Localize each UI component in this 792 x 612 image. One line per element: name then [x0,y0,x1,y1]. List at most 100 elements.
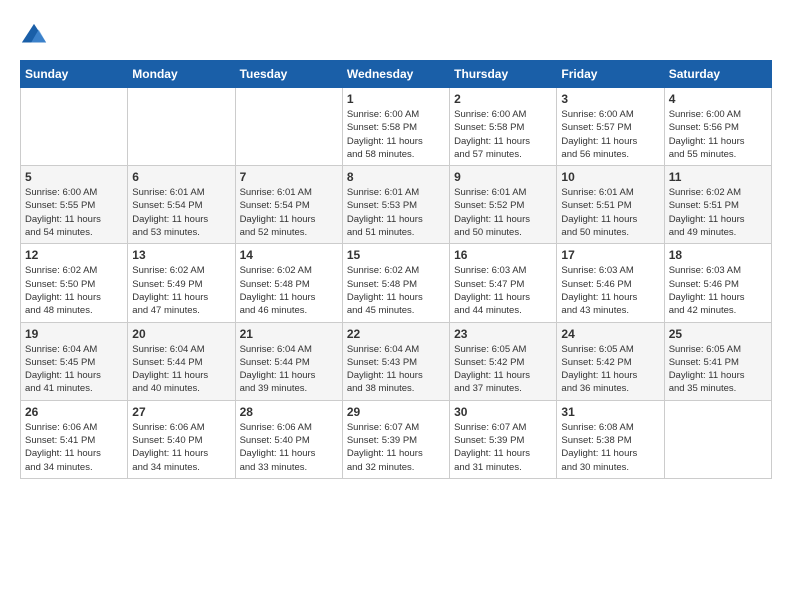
logo-icon [20,22,48,50]
calendar-cell: 11 Sunrise: 6:02 AM Sunset: 5:51 PM Dayli… [664,166,771,244]
day-info: Sunrise: 6:02 AM Sunset: 5:48 PM Dayligh… [240,264,338,317]
calendar-cell: 27 Sunrise: 6:06 AM Sunset: 5:40 PM Dayli… [128,400,235,478]
day-number: 5 [25,170,123,184]
day-info: Sunrise: 6:02 AM Sunset: 5:48 PM Dayligh… [347,264,445,317]
day-info: Sunrise: 6:03 AM Sunset: 5:46 PM Dayligh… [669,264,767,317]
day-info: Sunrise: 6:02 AM Sunset: 5:51 PM Dayligh… [669,186,767,239]
calendar-cell: 25 Sunrise: 6:05 AM Sunset: 5:41 PM Dayli… [664,322,771,400]
day-info: Sunrise: 6:03 AM Sunset: 5:47 PM Dayligh… [454,264,552,317]
weekday-header: Friday [557,61,664,88]
day-info: Sunrise: 6:08 AM Sunset: 5:38 PM Dayligh… [561,421,659,474]
calendar-cell [128,88,235,166]
day-info: Sunrise: 6:04 AM Sunset: 5:45 PM Dayligh… [25,343,123,396]
day-info: Sunrise: 6:00 AM Sunset: 5:56 PM Dayligh… [669,108,767,161]
calendar-cell: 2 Sunrise: 6:00 AM Sunset: 5:58 PM Daylig… [450,88,557,166]
day-info: Sunrise: 6:01 AM Sunset: 5:52 PM Dayligh… [454,186,552,239]
day-number: 10 [561,170,659,184]
calendar-cell: 10Sunrise: 6:01 AM Sunset: 5:51 PM Dayli… [557,166,664,244]
calendar-cell: 18 Sunrise: 6:03 AM Sunset: 5:46 PM Dayli… [664,244,771,322]
day-info: Sunrise: 6:01 AM Sunset: 5:53 PM Dayligh… [347,186,445,239]
day-number: 2 [454,92,552,106]
day-number: 25 [669,327,767,341]
day-number: 13 [132,248,230,262]
calendar-cell: 5 Sunrise: 6:00 AM Sunset: 5:55 PM Daylig… [21,166,128,244]
weekday-header: Tuesday [235,61,342,88]
calendar-cell: 14 Sunrise: 6:02 AM Sunset: 5:48 PM Dayli… [235,244,342,322]
day-number: 7 [240,170,338,184]
calendar-cell: 21 Sunrise: 6:04 AM Sunset: 5:44 PM Dayli… [235,322,342,400]
calendar-cell: 8 Sunrise: 6:01 AM Sunset: 5:53 PM Daylig… [342,166,449,244]
day-info: Sunrise: 6:02 AM Sunset: 5:49 PM Dayligh… [132,264,230,317]
weekday-header: Wednesday [342,61,449,88]
calendar-cell: 23 Sunrise: 6:05 AM Sunset: 5:42 PM Dayli… [450,322,557,400]
calendar-cell [235,88,342,166]
day-info: Sunrise: 6:06 AM Sunset: 5:41 PM Dayligh… [25,421,123,474]
calendar-cell [664,400,771,478]
day-number: 11 [669,170,767,184]
day-number: 22 [347,327,445,341]
day-number: 9 [454,170,552,184]
day-info: Sunrise: 6:02 AM Sunset: 5:50 PM Dayligh… [25,264,123,317]
day-info: Sunrise: 6:05 AM Sunset: 5:41 PM Dayligh… [669,343,767,396]
day-info: Sunrise: 6:01 AM Sunset: 5:54 PM Dayligh… [240,186,338,239]
calendar-cell: 6 Sunrise: 6:01 AM Sunset: 5:54 PM Daylig… [128,166,235,244]
calendar-cell: 20 Sunrise: 6:04 AM Sunset: 5:44 PM Dayli… [128,322,235,400]
calendar-cell: 24Sunrise: 6:05 AM Sunset: 5:42 PM Dayli… [557,322,664,400]
calendar-cell: 9 Sunrise: 6:01 AM Sunset: 5:52 PM Daylig… [450,166,557,244]
day-number: 29 [347,405,445,419]
calendar-cell: 15 Sunrise: 6:02 AM Sunset: 5:48 PM Dayli… [342,244,449,322]
day-info: Sunrise: 6:03 AM Sunset: 5:46 PM Dayligh… [561,264,659,317]
calendar-header-row: SundayMondayTuesdayWednesdayThursdayFrid… [21,61,772,88]
calendar-cell: 3 Sunrise: 6:00 AM Sunset: 5:57 PM Daylig… [557,88,664,166]
day-info: Sunrise: 6:06 AM Sunset: 5:40 PM Dayligh… [132,421,230,474]
calendar-cell: 22Sunrise: 6:04 AM Sunset: 5:43 PM Dayli… [342,322,449,400]
weekday-header: Saturday [664,61,771,88]
day-number: 20 [132,327,230,341]
calendar-cell: 7 Sunrise: 6:01 AM Sunset: 5:54 PM Daylig… [235,166,342,244]
day-info: Sunrise: 6:00 AM Sunset: 5:58 PM Dayligh… [347,108,445,161]
day-number: 3 [561,92,659,106]
day-number: 27 [132,405,230,419]
day-number: 6 [132,170,230,184]
calendar-cell: 30Sunrise: 6:07 AM Sunset: 5:39 PM Dayli… [450,400,557,478]
day-number: 1 [347,92,445,106]
day-number: 4 [669,92,767,106]
day-number: 19 [25,327,123,341]
calendar-week-row: 19 Sunrise: 6:04 AM Sunset: 5:45 PM Dayli… [21,322,772,400]
weekday-header: Sunday [21,61,128,88]
day-number: 23 [454,327,552,341]
day-number: 16 [454,248,552,262]
day-number: 12 [25,248,123,262]
calendar-cell: 16 Sunrise: 6:03 AM Sunset: 5:47 PM Dayli… [450,244,557,322]
weekday-header: Thursday [450,61,557,88]
day-number: 31 [561,405,659,419]
calendar-cell: 4 Sunrise: 6:00 AM Sunset: 5:56 PM Daylig… [664,88,771,166]
day-number: 28 [240,405,338,419]
logo [20,20,52,50]
day-info: Sunrise: 6:01 AM Sunset: 5:54 PM Dayligh… [132,186,230,239]
calendar-cell: 26Sunrise: 6:06 AM Sunset: 5:41 PM Dayli… [21,400,128,478]
day-info: Sunrise: 6:05 AM Sunset: 5:42 PM Dayligh… [454,343,552,396]
day-info: Sunrise: 6:00 AM Sunset: 5:55 PM Dayligh… [25,186,123,239]
day-info: Sunrise: 6:06 AM Sunset: 5:40 PM Dayligh… [240,421,338,474]
calendar-cell [21,88,128,166]
day-number: 15 [347,248,445,262]
day-number: 30 [454,405,552,419]
day-number: 14 [240,248,338,262]
page: SundayMondayTuesdayWednesdayThursdayFrid… [0,0,792,612]
calendar-cell: 31 Sunrise: 6:08 AM Sunset: 5:38 PM Dayli… [557,400,664,478]
calendar-week-row: 1 Sunrise: 6:00 AM Sunset: 5:58 PM Daylig… [21,88,772,166]
day-info: Sunrise: 6:00 AM Sunset: 5:58 PM Dayligh… [454,108,552,161]
calendar-cell: 13 Sunrise: 6:02 AM Sunset: 5:49 PM Dayli… [128,244,235,322]
day-number: 18 [669,248,767,262]
calendar-week-row: 12 Sunrise: 6:02 AM Sunset: 5:50 PM Dayli… [21,244,772,322]
day-number: 8 [347,170,445,184]
day-number: 24 [561,327,659,341]
day-number: 21 [240,327,338,341]
day-info: Sunrise: 6:04 AM Sunset: 5:44 PM Dayligh… [132,343,230,396]
day-info: Sunrise: 6:00 AM Sunset: 5:57 PM Dayligh… [561,108,659,161]
header [20,20,772,50]
day-info: Sunrise: 6:07 AM Sunset: 5:39 PM Dayligh… [347,421,445,474]
calendar-table: SundayMondayTuesdayWednesdayThursdayFrid… [20,60,772,479]
day-info: Sunrise: 6:04 AM Sunset: 5:44 PM Dayligh… [240,343,338,396]
